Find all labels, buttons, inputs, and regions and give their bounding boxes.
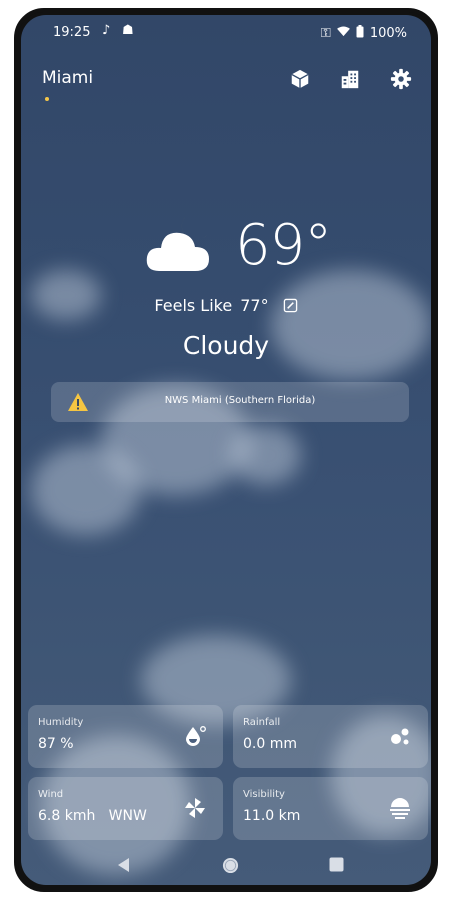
tiktok-icon: ♪ bbox=[102, 23, 111, 38]
alert-text: NWS Miami (Southern Florida) bbox=[164, 395, 316, 406]
card-value: 0.0 mm bbox=[243, 736, 297, 752]
status-bar: 19:25 ♪ ☗ ⚿ 100% bbox=[21, 15, 431, 51]
card-value: 11.0 km bbox=[243, 808, 301, 824]
status-right: ⚿ 100% bbox=[321, 25, 407, 42]
feels-like-row: Feels Like 77° bbox=[21, 296, 431, 315]
key-icon: ⚿ bbox=[320, 26, 331, 41]
card-label: Wind bbox=[38, 789, 64, 800]
buildings-icon[interactable] bbox=[339, 68, 361, 90]
cube-icon[interactable] bbox=[289, 68, 311, 90]
wind-card[interactable]: Wind 6.8 kmh WNW bbox=[28, 777, 223, 840]
phone-frame: 19:25 ♪ ☗ ⚿ 100% Miami 69° Feels Like 77… bbox=[14, 8, 438, 892]
card-value: 6.8 kmh WNW bbox=[38, 808, 147, 824]
feels-like-value: 77° bbox=[240, 296, 269, 315]
recents-icon[interactable] bbox=[329, 857, 344, 876]
weather-condition: Cloudy bbox=[182, 331, 270, 360]
current-temperature: 69° bbox=[235, 213, 332, 278]
visibility-card[interactable]: Visibility 11.0 km bbox=[233, 777, 428, 840]
rain-drops-icon bbox=[388, 724, 412, 748]
home-icon[interactable] bbox=[222, 857, 239, 878]
card-label: Rainfall bbox=[243, 717, 281, 728]
navigation-bar bbox=[21, 849, 431, 885]
card-label: Visibility bbox=[243, 789, 285, 800]
bg-cloud bbox=[31, 445, 141, 535]
app-screen: 19:25 ♪ ☗ ⚿ 100% Miami 69° Feels Like 77… bbox=[21, 15, 431, 885]
feels-like-label: Feels Like bbox=[154, 296, 233, 315]
card-value: 87 % bbox=[38, 736, 74, 752]
humidity-card[interactable]: Humidity 87 % bbox=[28, 705, 223, 768]
fog-sun-icon bbox=[388, 796, 412, 820]
status-time: 19:25 bbox=[53, 25, 91, 40]
battery-percent: 100% bbox=[369, 26, 407, 41]
cat-icon: ☗ bbox=[122, 23, 134, 38]
bg-cloud bbox=[271, 270, 431, 380]
bg-cloud bbox=[231, 425, 301, 485]
city-name[interactable]: Miami bbox=[42, 68, 93, 88]
card-label: Humidity bbox=[38, 717, 84, 728]
humidity-drop-icon bbox=[183, 724, 207, 748]
weather-alert-banner[interactable]: NWS Miami (Southern Florida) bbox=[51, 382, 409, 422]
page-indicator-dot bbox=[45, 97, 49, 101]
pinwheel-icon bbox=[183, 796, 207, 820]
wifi-icon bbox=[336, 26, 350, 41]
warning-icon bbox=[67, 392, 89, 412]
partly-cloudy-night-icon bbox=[145, 213, 215, 275]
battery-icon bbox=[356, 25, 364, 42]
gear-icon[interactable] bbox=[390, 68, 412, 90]
edit-icon[interactable] bbox=[283, 298, 298, 313]
rainfall-card[interactable]: Rainfall 0.0 mm bbox=[233, 705, 428, 768]
back-icon[interactable] bbox=[117, 857, 131, 877]
